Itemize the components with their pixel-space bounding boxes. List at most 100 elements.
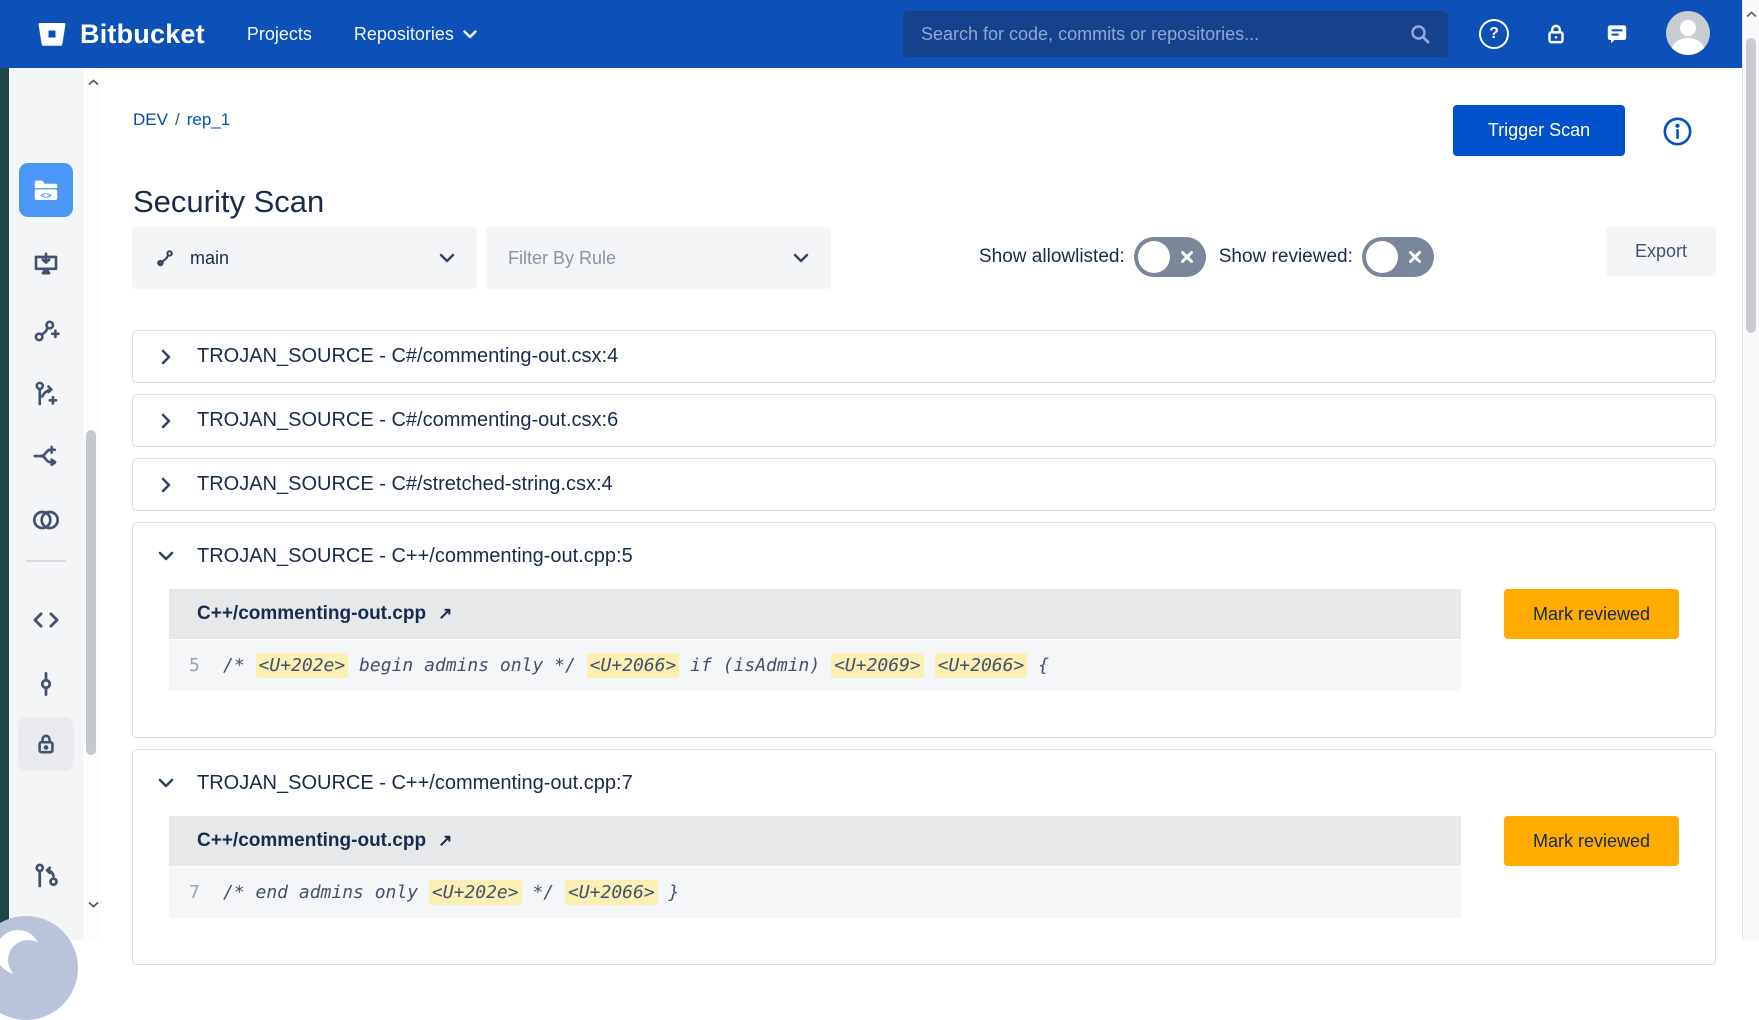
code-line: /* <U+202e> begin admins only */ <U+2066… bbox=[223, 655, 1049, 676]
help-icon[interactable]: ? bbox=[1477, 17, 1511, 51]
nav-item-projects[interactable]: Projects bbox=[247, 24, 312, 45]
code-text: if (isAdmin) bbox=[679, 655, 831, 676]
breadcrumb: DEV / rep_1 bbox=[133, 110, 230, 130]
chevron-down-icon bbox=[463, 30, 477, 39]
finding-header[interactable]: TROJAN_SOURCE - C#/commenting-out.csx:6 bbox=[133, 395, 1715, 446]
page-title: Security Scan bbox=[133, 184, 324, 220]
finding-file-name: C++/commenting-out.cpp bbox=[197, 830, 426, 852]
code-line-number: 7 bbox=[189, 882, 223, 903]
branch-icon bbox=[154, 247, 176, 269]
show-allowlisted-toggle[interactable] bbox=[1134, 237, 1206, 277]
scroll-up-icon[interactable] bbox=[1743, 6, 1759, 22]
show-reviewed-toggle[interactable] bbox=[1362, 237, 1434, 277]
sidebar-item-pull-requests[interactable] bbox=[22, 852, 70, 900]
sidebar-scroll-up-icon[interactable] bbox=[85, 74, 101, 90]
unicode-token: <U+2066> bbox=[935, 653, 1028, 678]
code-text: */ bbox=[522, 882, 565, 903]
page-scrollbar[interactable] bbox=[1742, 0, 1759, 940]
file-bar[interactable]: C++/commenting-out.cpp ↗ bbox=[169, 589, 1461, 639]
avatar[interactable] bbox=[1666, 11, 1710, 55]
code-snippet: 7 /* end admins only <U+202e> */ <U+2066… bbox=[169, 867, 1461, 918]
bitbucket-mark-icon bbox=[36, 18, 68, 50]
unicode-token: <U+202e> bbox=[256, 653, 349, 678]
finding-card: TROJAN_SOURCE - C#/stretched-string.csx:… bbox=[132, 458, 1716, 511]
chevron-right-icon bbox=[161, 477, 171, 493]
sidebar-item-source[interactable] bbox=[22, 596, 70, 644]
mark-reviewed-button[interactable]: Mark reviewed bbox=[1504, 589, 1679, 639]
branch-select-value: main bbox=[190, 248, 229, 269]
sidebar-scrollbar-thumb[interactable] bbox=[86, 430, 96, 755]
code-text: begin admins only */ bbox=[348, 655, 586, 676]
show-allowlisted-label: Show allowlisted: bbox=[979, 246, 1125, 268]
findings-list: TROJAN_SOURCE - C#/commenting-out.csx:4 … bbox=[132, 330, 1716, 976]
toggle-row: Show allowlisted: Show reviewed: bbox=[979, 237, 1438, 277]
sidebar-item-security-scan[interactable] bbox=[18, 717, 74, 771]
toggle-off-icon bbox=[1408, 250, 1422, 264]
lock-icon[interactable] bbox=[1539, 17, 1573, 51]
code-text: /* bbox=[223, 655, 256, 676]
mark-reviewed-button[interactable]: Mark reviewed bbox=[1504, 816, 1679, 866]
finding-card: TROJAN_SOURCE - C++/commenting-out.cpp:7… bbox=[132, 749, 1716, 965]
search-icon[interactable] bbox=[1408, 22, 1432, 46]
sidebar-item-code-browser[interactable]: <> bbox=[19, 163, 73, 217]
unicode-token: <U+2066> bbox=[587, 653, 680, 678]
finding-body: C++/commenting-out.cpp ↗ 5 /* <U+202e> b… bbox=[133, 589, 1715, 737]
finding-title: TROJAN_SOURCE - C#/stretched-string.csx:… bbox=[197, 473, 613, 496]
finding-header[interactable]: TROJAN_SOURCE - C#/stretched-string.csx:… bbox=[133, 459, 1715, 510]
chevron-down-icon bbox=[439, 253, 455, 263]
finding-header[interactable]: TROJAN_SOURCE - C#/commenting-out.csx:4 bbox=[133, 331, 1715, 382]
toggle-knob bbox=[1366, 241, 1398, 273]
sidebar-scroll-down-icon[interactable] bbox=[85, 896, 101, 912]
finding-title: TROJAN_SOURCE - C++/commenting-out.cpp:7 bbox=[197, 772, 633, 795]
branch-select[interactable]: main bbox=[132, 227, 477, 289]
unicode-token: <U+202e> bbox=[429, 880, 522, 905]
chevron-right-icon bbox=[161, 413, 171, 429]
finding-header[interactable]: TROJAN_SOURCE - C++/commenting-out.cpp:7 bbox=[133, 750, 1715, 816]
brand-name: Bitbucket bbox=[80, 19, 205, 50]
external-link-icon[interactable]: ↗ bbox=[438, 831, 452, 851]
sidebar-item-create-branch[interactable] bbox=[22, 370, 70, 418]
code-line: /* end admins only <U+202e> */ <U+2066> … bbox=[223, 882, 679, 903]
finding-file-name: C++/commenting-out.cpp bbox=[197, 603, 426, 625]
sidebar-scrollbar[interactable] bbox=[82, 68, 99, 940]
sidebar: <> bbox=[9, 68, 82, 940]
code-snippet: 5 /* <U+202e> begin admins only */ <U+20… bbox=[169, 640, 1461, 691]
external-link-icon[interactable]: ↗ bbox=[438, 604, 452, 624]
search-input[interactable] bbox=[919, 23, 1408, 46]
info-icon[interactable] bbox=[1661, 115, 1694, 148]
breadcrumb-repo-link[interactable]: rep_1 bbox=[187, 110, 230, 130]
scrollbar-thumb[interactable] bbox=[1746, 38, 1756, 333]
finding-title: TROJAN_SOURCE - C#/commenting-out.csx:4 bbox=[197, 345, 618, 368]
finding-header[interactable]: TROJAN_SOURCE - C++/commenting-out.cpp:5 bbox=[133, 523, 1715, 589]
export-button[interactable]: Export bbox=[1606, 227, 1716, 276]
file-bar[interactable]: C++/commenting-out.cpp ↗ bbox=[169, 816, 1461, 866]
sidebar-item-create-fork[interactable] bbox=[22, 432, 70, 480]
trigger-scan-button[interactable]: Trigger Scan bbox=[1453, 105, 1625, 156]
rule-filter-select[interactable]: Filter By Rule bbox=[486, 227, 831, 289]
code-text: { bbox=[1027, 655, 1049, 676]
sidebar-item-compare[interactable] bbox=[22, 496, 70, 544]
chevron-down-icon bbox=[793, 253, 809, 263]
chevron-down-icon bbox=[158, 778, 174, 788]
finding-card: TROJAN_SOURCE - C++/commenting-out.cpp:5… bbox=[132, 522, 1716, 738]
top-nav: Bitbucket Projects Repositories ? bbox=[0, 0, 1759, 68]
toggle-off-icon bbox=[1180, 250, 1194, 264]
feedback-icon[interactable] bbox=[1600, 17, 1634, 51]
finding-title: TROJAN_SOURCE - C#/commenting-out.csx:6 bbox=[197, 409, 618, 432]
show-reviewed-label: Show reviewed: bbox=[1219, 246, 1353, 268]
chevron-down-icon bbox=[158, 551, 174, 561]
sidebar-item-clone[interactable] bbox=[22, 241, 70, 289]
bitbucket-logo[interactable]: Bitbucket bbox=[36, 18, 205, 50]
rule-filter-placeholder: Filter By Rule bbox=[508, 248, 616, 269]
code-text: } bbox=[658, 882, 680, 903]
sidebar-item-commits[interactable] bbox=[22, 660, 70, 708]
breadcrumb-separator: / bbox=[175, 110, 180, 130]
sidebar-divider bbox=[26, 560, 66, 562]
breadcrumb-project-link[interactable]: DEV bbox=[133, 110, 168, 130]
sidebar-item-create-commit[interactable] bbox=[22, 306, 70, 354]
unicode-token: <U+2069> bbox=[831, 653, 924, 678]
code-line-number: 5 bbox=[189, 655, 223, 676]
nav-item-repositories[interactable]: Repositories bbox=[354, 24, 477, 45]
code-text: /* end admins only bbox=[223, 882, 429, 903]
toggle-knob bbox=[1138, 241, 1170, 273]
